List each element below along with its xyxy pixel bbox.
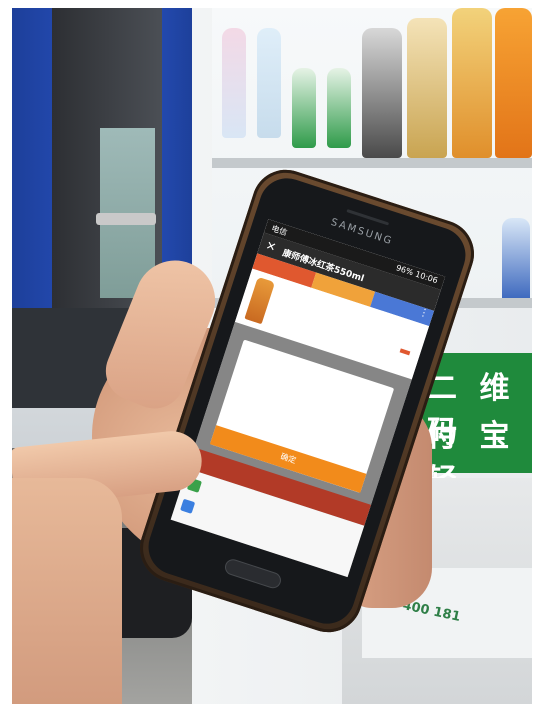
bottle [407,18,447,158]
product-bottle-image [244,276,276,325]
bottle [495,8,532,158]
photo-scene: 二 维 码 付 宝 轻 400 181 SAMSUNG 电信 96% 10:06… [12,8,532,704]
payment-option-label [203,485,205,493]
buy-button[interactable] [399,348,411,356]
payment-option-alipay[interactable] [180,498,199,515]
shelf [212,158,532,168]
bottle [257,28,281,138]
bottle [452,8,492,158]
left-hand [12,478,122,704]
close-icon[interactable]: ✕ [264,238,278,254]
bottle [327,68,351,148]
bottle [362,28,402,158]
bottle [292,68,316,148]
alipay-icon [180,498,196,514]
home-button[interactable] [222,557,284,591]
bottle [502,218,530,308]
payment-option-label [196,506,198,514]
door-handle [96,213,156,225]
bottle [222,28,246,138]
